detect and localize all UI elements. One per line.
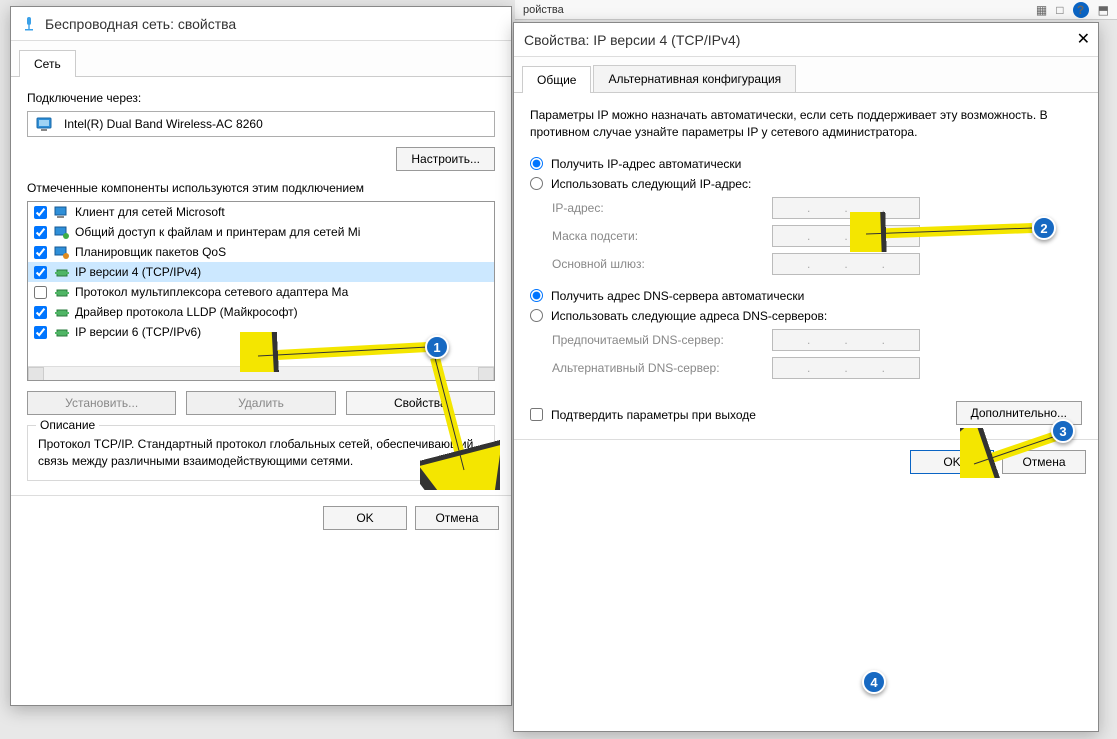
callout-2: 2 <box>1032 216 1056 240</box>
component-label: IP версии 6 (TCP/IPv6) <box>75 325 201 339</box>
ok-button[interactable]: OK <box>323 506 407 530</box>
description-title: Описание <box>36 418 99 432</box>
validate-checkbox[interactable] <box>530 408 543 421</box>
icon-app: ▦ <box>1036 3 1047 17</box>
component-row[interactable]: IP версии 4 (TCP/IPv4) <box>28 262 494 282</box>
proto-icon <box>53 324 71 340</box>
scroll-left-button[interactable] <box>28 367 44 381</box>
network-icon <box>21 16 37 32</box>
radio-ip-auto[interactable] <box>530 157 543 170</box>
icon-close: ⬒ <box>1098 3 1109 17</box>
gateway-input: ... <box>772 253 920 275</box>
close-icon[interactable]: ✕ <box>1077 29 1090 49</box>
validate-checkbox-row[interactable]: Подтвердить параметры при выходе <box>530 408 756 422</box>
window-title: Беспроводная сеть: свойства <box>45 16 236 32</box>
client-icon <box>53 204 71 220</box>
component-checkbox[interactable] <box>34 266 47 279</box>
callout-1: 1 <box>425 335 449 359</box>
radio-ip-manual-label: Использовать следующий IP-адрес: <box>551 177 751 191</box>
window-title: Свойства: IP версии 4 (TCP/IPv4) <box>524 32 740 48</box>
component-checkbox[interactable] <box>34 286 47 299</box>
title-bar[interactable]: Свойства: IP версии 4 (TCP/IPv4) ✕ <box>514 23 1098 57</box>
configure-button[interactable]: Настроить... <box>396 147 495 171</box>
validate-label: Подтвердить параметры при выходе <box>551 408 756 422</box>
connect-via-label: Подключение через: <box>27 91 495 105</box>
component-row[interactable]: Общий доступ к файлам и принтерам для се… <box>28 222 494 242</box>
component-checkbox[interactable] <box>34 246 47 259</box>
component-label: Клиент для сетей Microsoft <box>75 205 225 219</box>
help-icon[interactable]: ? <box>1073 2 1089 18</box>
description-text: Протокол TCP/IP. Стандартный протокол гл… <box>38 436 484 470</box>
component-label: Планировщик пакетов QoS <box>75 245 226 259</box>
gateway-label: Основной шлюз: <box>552 257 772 271</box>
adapter-name: Intel(R) Dual Band Wireless-AC 8260 <box>64 117 263 131</box>
dns-alt-input: ... <box>772 357 920 379</box>
component-row[interactable]: Планировщик пакетов QoS <box>28 242 494 262</box>
share-icon <box>53 224 71 240</box>
dns-pref-label: Предпочитаемый DNS-сервер: <box>552 333 772 347</box>
component-label: Драйвер протокола LLDP (Майкрософт) <box>75 305 298 319</box>
uninstall-button[interactable]: Удалить <box>186 391 335 415</box>
proto-icon <box>53 304 71 320</box>
tab-strip: Общие Альтернативная конфигурация <box>514 57 1098 93</box>
ip-address-label: IP-адрес: <box>552 201 772 215</box>
callout-4: 4 <box>862 670 886 694</box>
radio-ip-auto-label: Получить IP-адрес автоматически <box>551 157 741 171</box>
component-checkbox[interactable] <box>34 226 47 239</box>
annotation-arrow-1b <box>420 350 500 490</box>
install-button[interactable]: Установить... <box>27 391 176 415</box>
radio-dns-auto-label: Получить адрес DNS-сервера автоматически <box>551 289 804 303</box>
radio-ip-manual-row[interactable]: Использовать следующий IP-адрес: <box>530 177 1082 191</box>
subnet-label: Маска подсети: <box>552 229 772 243</box>
radio-dns-auto-row[interactable]: Получить адрес DNS-сервера автоматически <box>530 289 1082 303</box>
cancel-button[interactable]: Отмена <box>415 506 499 530</box>
proto-icon <box>53 284 71 300</box>
component-label: Протокол мультиплексора сетевого адаптер… <box>75 285 348 299</box>
component-row[interactable]: Протокол мультиплексора сетевого адаптер… <box>28 282 494 302</box>
title-bar[interactable]: Беспроводная сеть: свойства <box>11 7 511 41</box>
annotation-arrow-1 <box>240 332 440 372</box>
dns-alt-label: Альтернативный DNS-сервер: <box>552 361 772 375</box>
icon-window: □ <box>1056 3 1063 17</box>
dns-pref-input: ... <box>772 329 920 351</box>
radio-dns-manual[interactable] <box>530 309 543 322</box>
radio-dns-manual-label: Использовать следующие адреса DNS-сервер… <box>551 309 827 323</box>
component-row[interactable]: Клиент для сетей Microsoft <box>28 202 494 222</box>
taskbar-fragment: ройства ▦ □ ? ⬒ <box>515 0 1117 20</box>
ipv4-properties-window: Свойства: IP версии 4 (TCP/IPv4) ✕ Общие… <box>513 22 1099 732</box>
tab-alternative[interactable]: Альтернативная конфигурация <box>593 65 796 92</box>
tab-general[interactable]: Общие <box>522 66 591 93</box>
component-checkbox[interactable] <box>34 206 47 219</box>
tab-network[interactable]: Сеть <box>19 50 76 77</box>
radio-ip-auto-row[interactable]: Получить IP-адрес автоматически <box>530 157 1082 171</box>
components-label: Отмеченные компоненты используются этим … <box>27 181 495 195</box>
proto-icon <box>53 264 71 280</box>
adapter-icon <box>36 116 56 132</box>
component-label: IP версии 4 (TCP/IPv4) <box>75 265 201 279</box>
component-checkbox[interactable] <box>34 326 47 339</box>
component-checkbox[interactable] <box>34 306 47 319</box>
radio-dns-auto[interactable] <box>530 289 543 302</box>
radio-dns-manual-row[interactable]: Использовать следующие адреса DNS-сервер… <box>530 309 1082 323</box>
adapter-box[interactable]: Intel(R) Dual Band Wireless-AC 8260 <box>27 111 495 137</box>
tab-strip: Сеть <box>11 41 511 77</box>
component-row[interactable]: Драйвер протокола LLDP (Майкрософт) <box>28 302 494 322</box>
radio-ip-manual[interactable] <box>530 177 543 190</box>
qos-icon <box>53 244 71 260</box>
info-text: Параметры IP можно назначать автоматичес… <box>530 107 1082 141</box>
component-label: Общий доступ к файлам и принтерам для се… <box>75 225 360 239</box>
annotation-arrow-2 <box>850 212 1050 252</box>
callout-3: 3 <box>1051 419 1075 443</box>
